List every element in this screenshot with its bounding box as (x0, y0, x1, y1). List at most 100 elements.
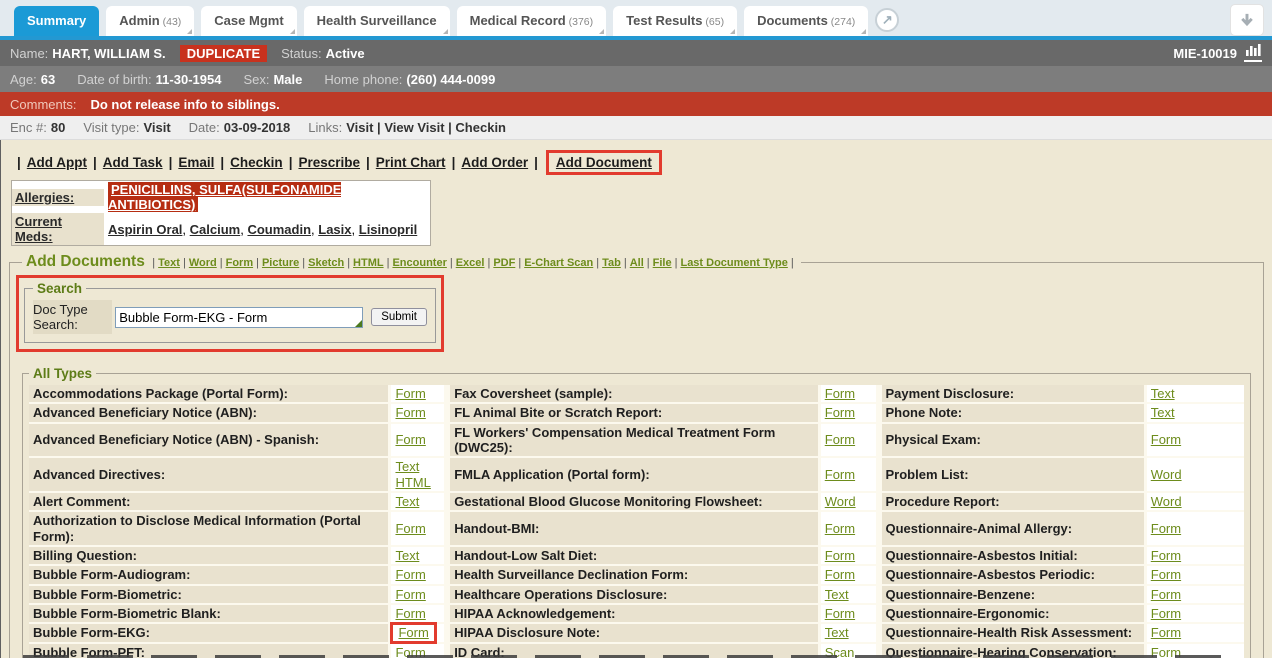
popout-icon[interactable]: ↗ (875, 8, 899, 32)
questionnaire-ergonomic-form-link[interactable]: Form (1151, 606, 1181, 621)
submit-button[interactable]: Submit (371, 308, 427, 326)
patient-age: 63 (41, 72, 55, 87)
prescribe-link[interactable]: Prescribe (298, 155, 360, 170)
doc-format-links-cell: Form (1147, 566, 1244, 585)
doc-type-link-excel[interactable]: Excel (456, 257, 485, 269)
separator: | (289, 155, 293, 170)
doc-type-label-payment-disclosure: Payment Disclosure: (882, 385, 1147, 404)
problem-list-word-link[interactable]: Word (1151, 467, 1182, 482)
sex-label: Sex: (243, 72, 269, 87)
health-surveillance-declination-form-form-link[interactable]: Form (825, 567, 855, 582)
doc-type-link-all[interactable]: All (630, 257, 644, 269)
doc-type-link-file[interactable]: File (653, 257, 672, 269)
questionnaire-animal-allergy-form-link[interactable]: Form (1151, 521, 1181, 536)
encounter-date: 03-09-2018 (224, 120, 291, 135)
add-appt-link[interactable]: Add Appt (27, 155, 87, 170)
gestational-blood-glucose-monitoring-flowsheet-word-link[interactable]: Word (825, 494, 856, 509)
advanced-directives-html-link[interactable]: HTML (395, 475, 430, 490)
healthcare-operations-disclosure-text-link[interactable]: Text (825, 587, 849, 602)
bubble-form-biometric-blank-form-link[interactable]: Form (395, 606, 425, 621)
current-meds-link[interactable]: Current Meds: (15, 214, 62, 244)
patient-sex: Male (273, 72, 302, 87)
checkin-link[interactable]: Checkin (230, 155, 283, 170)
email-link[interactable]: Email (178, 155, 214, 170)
handout-bmi-form-link[interactable]: Form (825, 521, 855, 536)
fax-coversheet-sample-form-link[interactable]: Form (825, 386, 855, 401)
med-link-lisinopril[interactable]: Lisinopril (359, 222, 418, 237)
visit-type-label: Visit type: (83, 120, 139, 135)
chart-content: |Add Appt|Add Task|Email|Checkin|Prescri… (0, 140, 1272, 658)
fl-workers-compensation-medical-treatment-form-dwc25-form-link[interactable]: Form (825, 432, 855, 447)
billing-question-text-link[interactable]: Text (395, 548, 419, 563)
add-document-annotation-box: Add Document (546, 150, 662, 175)
allergies-link[interactable]: Allergies: (15, 190, 74, 205)
advanced-directives-text-link[interactable]: Text (395, 459, 419, 474)
doc-type-link-word[interactable]: Word (189, 257, 217, 269)
bubble-form-audiogram-form-link[interactable]: Form (395, 567, 425, 582)
fl-animal-bite-or-scratch-report-form-link[interactable]: Form (825, 405, 855, 420)
med-link-calcium[interactable]: Calcium (190, 222, 241, 237)
encounter-link-view-visit[interactable]: View Visit (384, 120, 444, 135)
tab-admin[interactable]: Admin (43) (106, 6, 194, 36)
doc-format-links-cell: Form (1147, 512, 1244, 547)
hipaa-acknowledgement-form-link[interactable]: Form (825, 606, 855, 621)
doc-format-links-cell: Form (821, 404, 882, 423)
med-link-coumadin[interactable]: Coumadin (247, 222, 311, 237)
separator: | (487, 257, 490, 269)
med-link-lasix[interactable]: Lasix (318, 222, 351, 237)
doc-type-link-pdf[interactable]: PDF (493, 257, 515, 269)
doc-type-label-procedure-report: Procedure Report: (882, 493, 1147, 512)
procedure-report-word-link[interactable]: Word (1151, 494, 1182, 509)
doc-format-links-cell: Form (1147, 586, 1244, 605)
doc-type-link-e-chart-scan[interactable]: E-Chart Scan (524, 257, 593, 269)
advanced-beneficiary-notice-abn-form-link[interactable]: Form (395, 405, 425, 420)
handout-low-salt-diet-form-link[interactable]: Form (825, 548, 855, 563)
add-task-link[interactable]: Add Task (103, 155, 163, 170)
table-row: Advanced Directives:TextHTMLFMLA Applica… (29, 458, 1244, 493)
questionnaire-health-risk-assessment-form-link[interactable]: Form (1151, 625, 1181, 640)
tab-health-surveillance[interactable]: Health Surveillance (304, 6, 450, 36)
hipaa-disclosure-note-text-link[interactable]: Text (825, 625, 849, 640)
doc-type-link-form[interactable]: Form (226, 257, 254, 269)
payment-disclosure-text-link[interactable]: Text (1151, 386, 1175, 401)
accommodations-package-portal-form-form-link[interactable]: Form (395, 386, 425, 401)
download-button[interactable] (1230, 4, 1264, 36)
encounter-link-checkin[interactable]: Checkin (455, 120, 506, 135)
tab-documents[interactable]: Documents (274) (744, 6, 868, 36)
all-types-legend: All Types (29, 366, 96, 381)
encounter-link-visit[interactable]: Visit (346, 120, 373, 135)
doc-type-link-html[interactable]: HTML (353, 257, 384, 269)
fmla-application-portal-form-form-link[interactable]: Form (825, 467, 855, 482)
phone-note-text-link[interactable]: Text (1151, 405, 1175, 420)
doc-format-links-cell: Text (391, 547, 450, 566)
bubble-form-biometric-form-link[interactable]: Form (395, 587, 425, 602)
doc-type-search-input[interactable] (115, 307, 363, 328)
med-link-aspirin-oral[interactable]: Aspirin Oral (108, 222, 182, 237)
doc-type-link-last-document-type[interactable]: Last Document Type (680, 257, 787, 269)
allergy-value-link[interactable]: PENICILLINS, SULFA(SULFONAMIDE ANTIBIOTI… (108, 182, 341, 212)
tab-medical-record[interactable]: Medical Record (376) (457, 6, 607, 36)
advanced-beneficiary-notice-abn-spanish-form-link[interactable]: Form (395, 432, 425, 447)
tab-summary[interactable]: Summary (14, 6, 99, 36)
enc-label: Enc #: (10, 120, 47, 135)
flowsheet-chart-icon[interactable] (1244, 44, 1262, 62)
doc-type-link-sketch[interactable]: Sketch (308, 257, 344, 269)
tab-test-results[interactable]: Test Results (65) (613, 6, 737, 36)
physical-exam-form-link[interactable]: Form (1151, 432, 1181, 447)
bubble-form-ekg-form-link[interactable]: Form (398, 625, 428, 640)
doc-type-link-encounter[interactable]: Encounter (392, 257, 446, 269)
questionnaire-benzene-form-link[interactable]: Form (1151, 587, 1181, 602)
alert-comment-text-link[interactable]: Text (395, 494, 419, 509)
questionnaire-asbestos-periodic-form-link[interactable]: Form (1151, 567, 1181, 582)
tab-case-mgmt[interactable]: Case Mgmt (201, 6, 296, 36)
add-order-link[interactable]: Add Order (461, 155, 528, 170)
authorization-to-disclose-medical-information-portal-form-form-link[interactable]: Form (395, 521, 425, 536)
doc-type-label-fax-coversheet-sample: Fax Coversheet (sample): (450, 385, 821, 404)
print-chart-link[interactable]: Print Chart (376, 155, 446, 170)
questionnaire-asbestos-initial-form-link[interactable]: Form (1151, 548, 1181, 563)
doc-type-link-picture[interactable]: Picture (262, 257, 299, 269)
doc-type-link-text[interactable]: Text (158, 257, 180, 269)
doc-type-link-tab[interactable]: Tab (602, 257, 621, 269)
add-document-link[interactable]: Add Document (556, 155, 652, 170)
separator: | (220, 155, 224, 170)
